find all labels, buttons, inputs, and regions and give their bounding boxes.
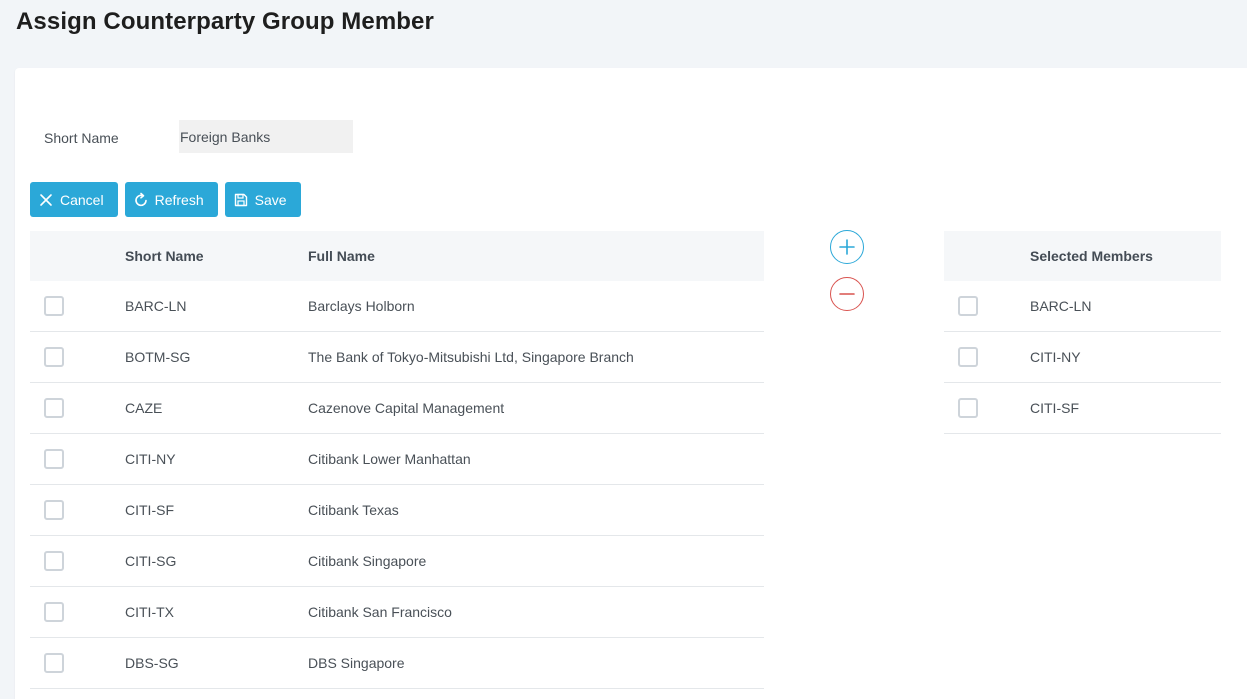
row-full-name: Barclays Holborn xyxy=(308,298,415,314)
column-header-short-name[interactable]: Short Name xyxy=(125,248,204,264)
row-short-name: CITI-NY xyxy=(1030,349,1081,365)
row-short-name: BARC-LN xyxy=(125,298,187,314)
row-full-name: Citibank Singapore xyxy=(308,553,427,569)
available-counterparties-table: Short Name Full Name BARC-LN Barclays Ho… xyxy=(30,231,764,689)
short-name-label: Short Name xyxy=(44,130,119,146)
save-button-label: Save xyxy=(254,191,287,208)
row-checkbox[interactable] xyxy=(958,398,978,418)
table-row[interactable]: CITI-NY Citibank Lower Manhattan xyxy=(30,434,764,485)
row-checkbox[interactable] xyxy=(958,347,978,367)
cancel-button-label: Cancel xyxy=(60,191,104,208)
row-short-name: BARC-LN xyxy=(1030,298,1092,314)
cancel-button[interactable]: Cancel xyxy=(30,182,118,217)
row-full-name: The Bank of Tokyo-Mitsubishi Ltd, Singap… xyxy=(308,349,634,365)
row-short-name: CAZE xyxy=(125,400,163,416)
row-checkbox[interactable] xyxy=(44,347,64,367)
table-row[interactable]: BARC-LN Barclays Holborn xyxy=(30,281,764,332)
row-short-name: CITI-SG xyxy=(125,553,177,569)
row-checkbox[interactable] xyxy=(44,296,64,316)
table-row[interactable]: CAZE Cazenove Capital Management xyxy=(30,383,764,434)
row-short-name: CITI-SF xyxy=(125,502,174,518)
row-short-name: CITI-SF xyxy=(1030,400,1079,416)
row-checkbox[interactable] xyxy=(44,500,64,520)
add-member-button[interactable] xyxy=(830,230,864,264)
refresh-button-label: Refresh xyxy=(154,191,204,208)
save-icon xyxy=(233,192,249,208)
row-checkbox[interactable] xyxy=(44,602,64,622)
table-row[interactable]: CITI-SF Citibank Texas xyxy=(30,485,764,536)
row-checkbox[interactable] xyxy=(44,653,64,673)
row-full-name: DBS Singapore xyxy=(308,655,405,671)
minus-circle-icon xyxy=(839,293,855,295)
table-header: Selected Members xyxy=(944,231,1221,281)
remove-member-button[interactable] xyxy=(830,277,864,311)
table-row[interactable]: CITI-SF xyxy=(944,383,1221,434)
main-card: Short Name Cancel Refresh Save Short Nam… xyxy=(15,68,1247,699)
selected-members-table: Selected Members BARC-LN CITI-NY CITI-SF xyxy=(944,231,1221,434)
table-row[interactable]: CITI-NY xyxy=(944,332,1221,383)
page-title: Assign Counterparty Group Member xyxy=(16,8,434,35)
refresh-button[interactable]: Refresh xyxy=(124,182,218,217)
table-row[interactable]: DBS-SG DBS Singapore xyxy=(30,638,764,689)
table-row[interactable]: BARC-LN xyxy=(944,281,1221,332)
table-row[interactable]: BOTM-SG The Bank of Tokyo-Mitsubishi Ltd… xyxy=(30,332,764,383)
plus-circle-icon xyxy=(839,239,855,255)
row-short-name: BOTM-SG xyxy=(125,349,191,365)
table-header: Short Name Full Name xyxy=(30,231,764,281)
row-checkbox[interactable] xyxy=(44,398,64,418)
row-checkbox[interactable] xyxy=(44,551,64,571)
save-button[interactable]: Save xyxy=(224,182,301,217)
close-icon xyxy=(38,192,54,208)
row-full-name: Cazenove Capital Management xyxy=(308,400,505,416)
row-short-name: DBS-SG xyxy=(125,655,179,671)
refresh-icon xyxy=(133,192,149,208)
table-row[interactable]: CITI-TX Citibank San Francisco xyxy=(30,587,764,638)
row-short-name: CITI-NY xyxy=(125,451,176,467)
row-short-name: CITI-TX xyxy=(125,604,174,620)
column-header-full-name[interactable]: Full Name xyxy=(308,248,375,264)
table-row[interactable]: CITI-SG Citibank Singapore xyxy=(30,536,764,587)
row-checkbox[interactable] xyxy=(44,449,64,469)
row-full-name: Citibank Texas xyxy=(308,502,399,518)
toolbar: Cancel Refresh Save xyxy=(30,182,301,217)
row-full-name: Citibank Lower Manhattan xyxy=(308,451,471,467)
column-header-selected-members[interactable]: Selected Members xyxy=(1030,248,1153,264)
row-checkbox[interactable] xyxy=(958,296,978,316)
short-name-input[interactable] xyxy=(179,120,353,153)
row-full-name: Citibank San Francisco xyxy=(308,604,452,620)
